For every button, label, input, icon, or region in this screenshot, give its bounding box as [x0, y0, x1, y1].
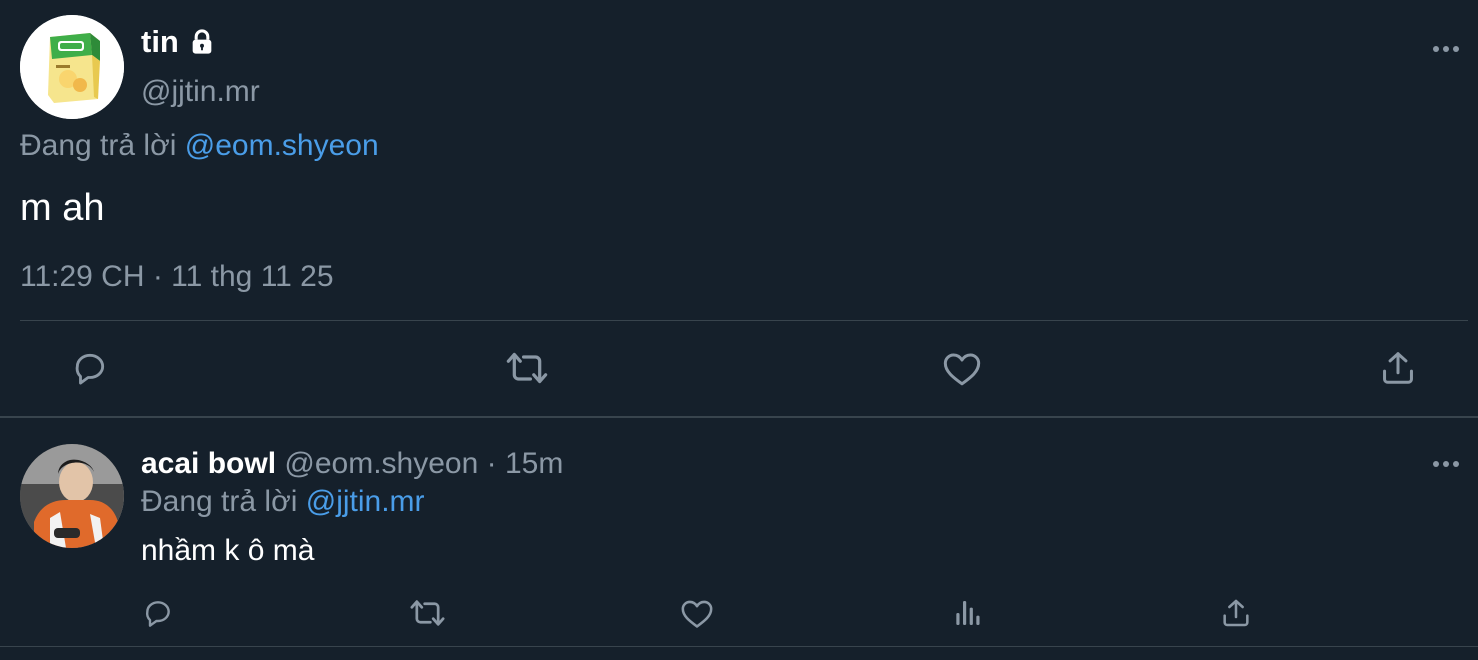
tweet-thread: tin @jjtin.mr Đang trả lời @eom.shyeon m… [0, 0, 1478, 660]
avatar-milk-carton-image [20, 15, 124, 119]
reply-icon[interactable] [71, 349, 109, 387]
main-tweet: tin @jjtin.mr Đang trả lời @eom.shyeon m… [0, 0, 1478, 417]
more-icon[interactable] [1430, 38, 1462, 60]
avatar-person-photo [20, 444, 124, 548]
tweet-text: nhầm k ô mà [141, 534, 315, 567]
avatar[interactable] [20, 15, 124, 119]
handle[interactable]: @eom.shyeon [284, 447, 478, 480]
relative-time[interactable]: 15m [505, 447, 563, 480]
replying-to-line: Đang trả lời @eom.shyeon [20, 128, 379, 164]
replying-to-line: Đang trả lời @jjtin.mr [141, 484, 425, 520]
share-icon[interactable] [1220, 597, 1252, 629]
display-name[interactable]: tin [141, 24, 179, 60]
replying-to-label: Đang trả lời [20, 129, 177, 162]
reply-to-mention-link[interactable]: @jjtin.mr [306, 485, 425, 518]
more-icon[interactable] [1430, 453, 1462, 475]
separator-dot: · [478, 447, 505, 480]
handle[interactable]: @jjtin.mr [141, 74, 260, 110]
tweet-text: m ah [20, 187, 105, 229]
timestamp[interactable]: 11:29 CH · 11 thg 11 25 [20, 259, 334, 295]
analytics-icon[interactable] [951, 597, 983, 629]
display-name[interactable]: acai bowl [141, 447, 276, 480]
divider [0, 416, 1478, 418]
reply-header: acai bowl @eom.shyeon · 15m [141, 446, 563, 482]
divider [0, 646, 1478, 647]
reply-to-mention-link[interactable]: @eom.shyeon [185, 129, 379, 162]
like-icon[interactable] [942, 349, 982, 387]
share-icon[interactable] [1379, 349, 1417, 387]
replying-to-label: Đang trả lời [141, 485, 298, 518]
lock-icon [188, 28, 216, 56]
avatar[interactable] [20, 444, 124, 548]
like-icon[interactable] [680, 597, 714, 629]
retweet-icon[interactable] [505, 349, 549, 387]
reply-icon[interactable] [142, 597, 174, 629]
retweet-icon[interactable] [409, 597, 446, 629]
divider [20, 320, 1468, 321]
